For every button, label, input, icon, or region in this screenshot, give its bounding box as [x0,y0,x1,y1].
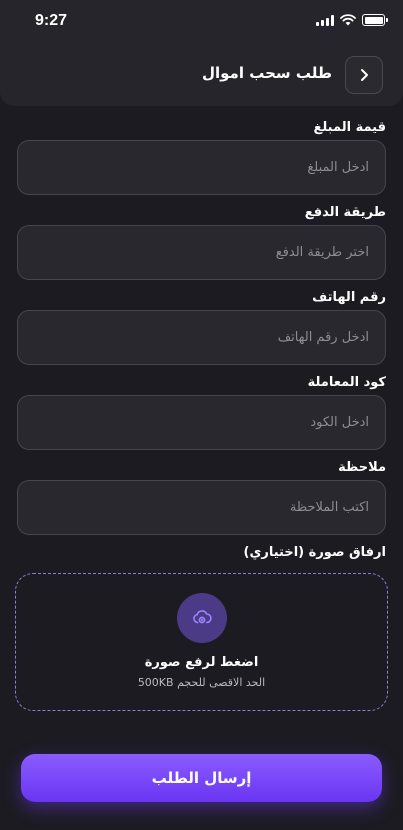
note-input[interactable] [17,480,386,535]
transaction-code-label: كود المعاملة [307,375,386,390]
wifi-icon [340,14,356,26]
header-card: 9:27 طلب سحب اموال [0,0,403,106]
phone-input[interactable] [17,310,386,365]
upload-label: ارفاق صورة (اختياري) [243,545,386,560]
status-time: 9:27 [35,12,68,29]
page-title: طلب سحب اموال [201,64,332,82]
upload-icon-circle [177,593,227,643]
payment-method-select[interactable] [17,225,386,280]
amount-input[interactable] [17,140,386,195]
back-button[interactable] [345,56,383,94]
phone-label: رقم الهاتف [312,290,386,305]
signal-icon [316,14,334,26]
status-icons [316,14,388,26]
image-upload-area[interactable]: اضغط لرفع صورة الحد الاقصى للحجم 500KB [15,573,388,711]
transaction-code-input[interactable] [17,395,386,450]
amount-label: قيمة المبلغ [313,120,387,135]
upload-size-hint: الحد الاقصى للحجم 500KB [137,676,266,689]
upload-title: اضغط لرفع صورة [144,655,259,670]
chevron-right-icon [361,69,368,81]
note-label: ملاحظة [338,460,386,475]
upload-cloud-icon [193,610,212,624]
submit-request-button[interactable]: إرسال الطلب [21,754,382,802]
payment-method-label: طريقة الدفع [304,205,386,220]
battery-icon [362,14,388,26]
